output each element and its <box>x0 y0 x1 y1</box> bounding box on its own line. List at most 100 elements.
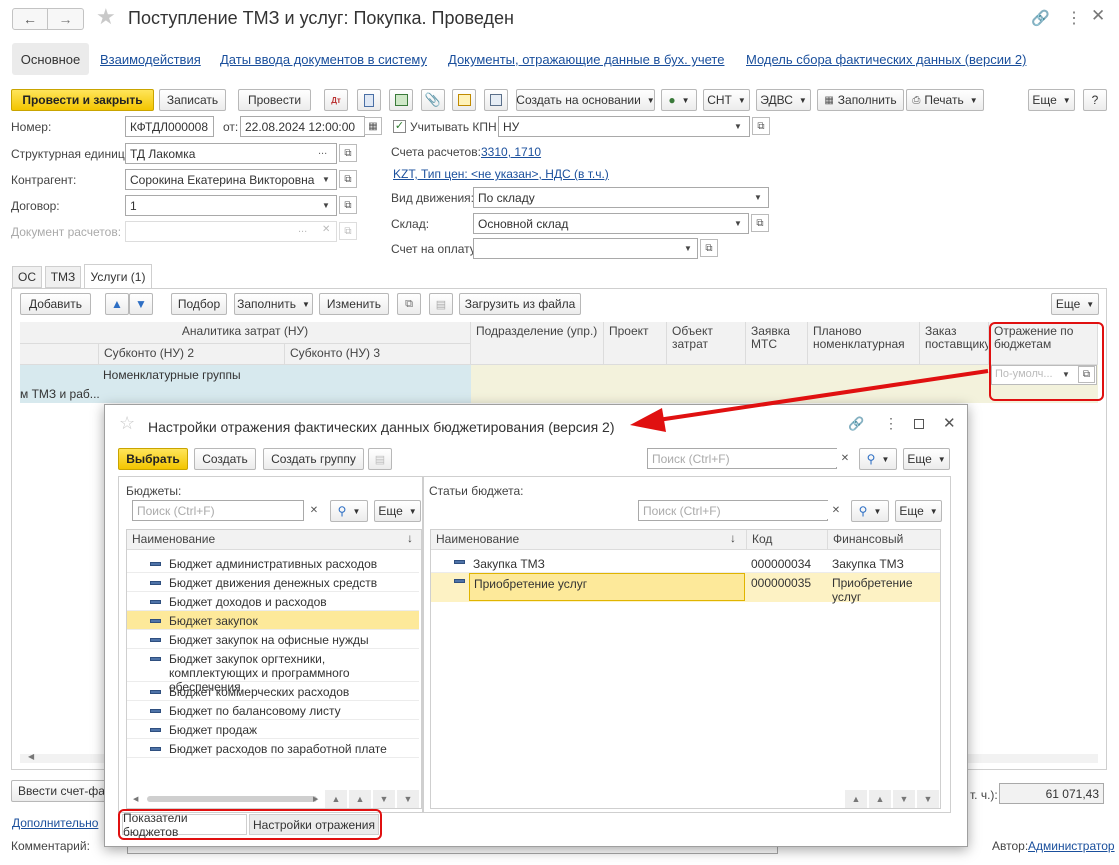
articles-more-button[interactable]: Еще ▼ <box>895 500 942 522</box>
save-button[interactable]: Записать <box>159 89 226 111</box>
table-row[interactable]: Закупка ТМЗ 000000034 Закупка ТМЗ <box>431 554 940 573</box>
open-icon[interactable]: ⧉ <box>339 170 357 188</box>
structure-icon[interactable] <box>389 89 413 111</box>
scroll-right-icon[interactable]: ▶ <box>313 795 318 803</box>
link-icon[interactable]: 🔗 <box>848 416 864 432</box>
fill-button[interactable]: ▦ Заполнить <box>817 89 904 111</box>
select-button[interactable]: Выбрать <box>118 448 188 470</box>
budgets-search-input[interactable]: Поиск (Ctrl+F) <box>132 500 304 521</box>
open-icon[interactable]: ⧉ <box>339 144 357 162</box>
unit-field[interactable]: ТД Лакомка <box>125 143 337 164</box>
nav-down-icon[interactable]: ▼ <box>373 790 395 808</box>
nav-first-icon[interactable]: ▲ <box>845 790 867 808</box>
load-from-file-button[interactable]: Загрузить из файла <box>459 293 581 315</box>
list-item[interactable]: Бюджет закупок оргтехники, комплектующих… <box>127 649 419 694</box>
hierarchy-icon[interactable] <box>484 89 508 111</box>
list-item[interactable]: Бюджет расходов по заработной плате <box>127 739 419 758</box>
table-row-left-text[interactable]: м ТМЗ и раб... <box>20 387 100 401</box>
contractor-field[interactable]: Сорокина Екатерина Викторовна <box>125 169 337 190</box>
print-button[interactable]: ⎙ Печать ▼ <box>906 89 984 111</box>
nav-tab-model[interactable]: Модель сбора фактических данных (версии … <box>746 52 1026 67</box>
budgets-search-button[interactable]: ⚲ ▼ <box>330 500 368 522</box>
articles-search-input[interactable]: Поиск (Ctrl+F) <box>638 500 828 521</box>
cnt-button[interactable]: СНТ ▼ <box>703 89 750 111</box>
date-field[interactable]: 22.08.2024 12:00:00 <box>240 116 365 137</box>
dialog-more-button[interactable]: Еще ▼ <box>903 448 950 470</box>
tab-services[interactable]: Услуги (1) <box>84 264 152 289</box>
close-icon[interactable]: ✕ <box>943 414 956 432</box>
additional-link[interactable]: Дополнительно <box>12 816 98 830</box>
movement-field[interactable]: По складу <box>473 187 769 208</box>
table-more-button[interactable]: Еще ▼ <box>1051 293 1099 315</box>
edvs-button[interactable]: ЭДВС ▼ <box>756 89 811 111</box>
tab-os[interactable]: ОС <box>12 266 42 288</box>
forward-button[interactable]: → <box>48 8 84 30</box>
chevron-down-icon[interactable]: ▼ <box>684 244 692 253</box>
number-field[interactable]: КФТДЛ000008 <box>125 116 214 137</box>
open-icon[interactable]: ⧉ <box>752 117 770 135</box>
chevron-down-icon[interactable]: ▼ <box>734 219 742 228</box>
contract-field[interactable]: 1 <box>125 195 337 216</box>
nav-last-icon[interactable]: ▼ <box>397 790 419 808</box>
nav-tab-documents[interactable]: Документы, отражающие данные в бух. учет… <box>448 52 724 67</box>
nav-last-icon[interactable]: ▼ <box>917 790 939 808</box>
clear-icon[interactable]: ✕ <box>305 501 323 519</box>
list-item[interactable]: Бюджет продаж <box>127 720 419 739</box>
list-item[interactable]: Бюджет закупок на офисные нужды <box>127 630 419 649</box>
close-icon[interactable]: ✕ <box>1091 6 1105 26</box>
ellipsis-icon[interactable]: ... <box>318 145 327 157</box>
back-button[interactable]: ← <box>12 8 48 30</box>
chevron-down-icon[interactable]: ▼ <box>734 122 742 131</box>
article-name-cell[interactable]: Приобретение услуг <box>469 573 745 601</box>
report-icon[interactable] <box>357 89 381 111</box>
more-button[interactable]: Еще ▼ <box>1028 89 1075 111</box>
help-button[interactable]: ? <box>1083 89 1107 111</box>
create-group-button[interactable]: Создать группу <box>263 448 364 470</box>
scroll-left-icon[interactable]: ◀ <box>133 795 138 803</box>
warehouse-field[interactable]: Основной склад <box>473 213 749 234</box>
move-down-icon[interactable]: ▼ <box>129 293 153 315</box>
calendar-icon[interactable]: ▦ <box>364 117 382 135</box>
dt-kt-icon[interactable]: Дт <box>324 89 348 111</box>
list-item[interactable]: Бюджет доходов и расходов <box>127 592 419 611</box>
post-button[interactable]: Провести <box>238 89 311 111</box>
list-item-selected[interactable]: Бюджет закупок <box>127 611 419 630</box>
post-and-close-button[interactable]: Провести и закрыть <box>11 89 154 111</box>
open-icon[interactable]: ⧉ <box>751 214 769 232</box>
more-actions-icon[interactable]: ⋮ <box>884 415 898 432</box>
nav-up-icon[interactable]: ▲ <box>349 790 371 808</box>
attach-icon[interactable]: 📎 <box>421 89 445 111</box>
nav-down-icon[interactable]: ▼ <box>893 790 915 808</box>
list-item[interactable]: Бюджет административных расходов <box>127 554 419 573</box>
list-item[interactable]: Бюджет коммерческих расходов <box>127 682 419 701</box>
change-button[interactable]: Изменить <box>319 293 389 315</box>
budgets-hscrollbar[interactable] <box>147 796 317 802</box>
dialog-search-input[interactable]: Поиск (Ctrl+F) <box>647 448 837 469</box>
more-actions-icon[interactable]: ⋮ <box>1066 8 1082 28</box>
invoice-field[interactable] <box>473 238 698 259</box>
add-row-button[interactable]: Добавить <box>20 293 91 315</box>
clear-icon[interactable]: ✕ <box>836 449 854 467</box>
users-button[interactable]: ● ▼ <box>661 89 697 111</box>
link-icon[interactable]: 🔗 <box>1031 9 1050 27</box>
maximize-icon[interactable] <box>914 419 924 429</box>
chevron-down-icon[interactable]: ▼ <box>322 175 330 184</box>
create-based-button[interactable]: Создать на основании ▼ <box>516 89 655 111</box>
open-icon[interactable]: ⧉ <box>700 239 718 257</box>
nav-tab-dates[interactable]: Даты ввода документов в систему <box>220 52 427 67</box>
create-button[interactable]: Создать <box>194 448 256 470</box>
articles-search-button[interactable]: ⚲ ▼ <box>851 500 889 522</box>
table-row-selected[interactable]: Приобретение услуг 000000035 Приобретени… <box>431 573 940 604</box>
kpn-checkbox[interactable]: ✓ <box>393 120 406 133</box>
table-row-sub2[interactable]: Номенклатурные группы <box>103 368 241 382</box>
nav-tab-main[interactable]: Основное <box>12 43 89 75</box>
move-up-icon[interactable]: ▲ <box>105 293 129 315</box>
favorite-star-icon[interactable]: ★ <box>96 4 116 30</box>
price-link[interactable]: KZT, Тип цен: <не указан>, НДС (в т.ч.) <box>393 167 609 181</box>
nav-tab-interactions[interactable]: Взаимодействия <box>100 52 201 67</box>
open-icon[interactable]: ⧉ <box>339 196 357 214</box>
paste-icon[interactable]: ▤ <box>429 293 453 315</box>
chevron-down-icon[interactable]: ▼ <box>754 193 762 202</box>
chevron-down-icon[interactable]: ▼ <box>322 201 330 210</box>
mark-delete-icon[interactable]: ▤ <box>368 448 392 470</box>
